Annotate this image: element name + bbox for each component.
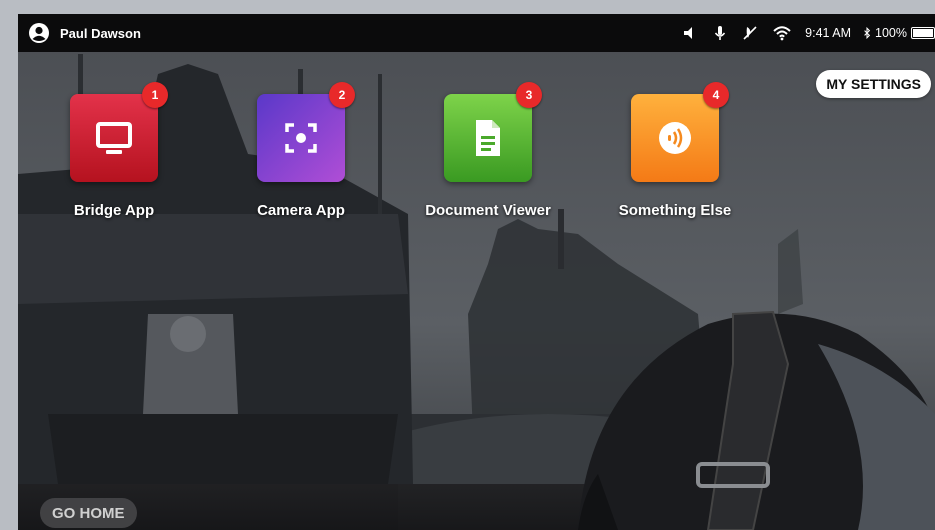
battery-percent: 100%: [875, 26, 907, 40]
app-tile[interactable]: 1: [70, 82, 168, 182]
app-document-viewer[interactable]: 3 Document Viewer: [408, 82, 568, 219]
app-tile[interactable]: 2: [257, 82, 355, 182]
status-indicators: 9:41 AM 100%: [681, 14, 935, 52]
user-name: Paul Dawson: [60, 25, 141, 41]
notification-badge: 1: [142, 82, 168, 108]
app-tile[interactable]: 3: [444, 82, 542, 182]
app-label: Bridge App: [73, 202, 155, 219]
status-bar: Paul Dawson 9:41 AM 100%: [18, 14, 935, 52]
app-something-else[interactable]: 4 Something Else: [595, 82, 755, 219]
notification-badge: 4: [703, 82, 729, 108]
notification-badge: 2: [329, 82, 355, 108]
helmet-image: [578, 310, 935, 530]
app-label: Something Else: [618, 202, 732, 219]
app-label: Document Viewer: [425, 202, 551, 219]
app-tile[interactable]: 4: [631, 82, 729, 182]
user-account[interactable]: Paul Dawson: [28, 22, 141, 44]
notification-badge: 3: [516, 82, 542, 108]
clock-time: 9:41 AM: [805, 26, 852, 40]
go-home-button[interactable]: GO HOME: [40, 498, 137, 528]
battery-status: 100%: [863, 26, 935, 40]
wifi-icon[interactable]: [771, 24, 793, 42]
device-screen: Paul Dawson 9:41 AM 100% MY SETTINGS 1 B…: [18, 14, 935, 530]
battery-icon: [911, 27, 935, 39]
camera-focus-icon: [285, 123, 317, 153]
battery-fill: [913, 29, 933, 37]
my-settings-button[interactable]: MY SETTINGS: [816, 70, 931, 98]
bluetooth-icon: [864, 27, 871, 39]
document-icon: [476, 120, 500, 156]
mute-icon[interactable]: [741, 24, 759, 42]
app-label: Camera App: [257, 202, 345, 219]
microphone-icon[interactable]: [711, 24, 729, 42]
volume-icon[interactable]: [681, 24, 699, 42]
monitor-icon: [96, 122, 132, 154]
app-bridge[interactable]: 1 Bridge App: [34, 82, 194, 219]
app-camera[interactable]: 2 Camera App: [221, 82, 381, 219]
user-avatar-icon: [29, 23, 49, 43]
sound-wave-icon: [659, 122, 691, 154]
